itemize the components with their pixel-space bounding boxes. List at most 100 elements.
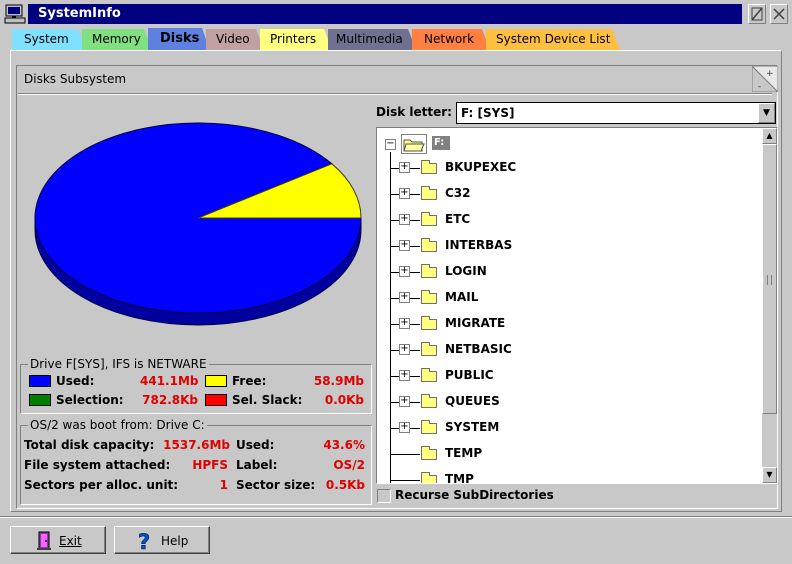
bottom-divider (0, 516, 792, 518)
expand-icon[interactable]: + (399, 370, 410, 381)
boot-group-title: OS/2 was boot from: Drive C: (28, 418, 207, 432)
folder-icon (421, 342, 437, 356)
svg-text:+: + (766, 69, 774, 79)
system-info-icon[interactable] (4, 4, 26, 24)
expand-icon[interactable]: + (399, 396, 410, 407)
tab-system[interactable]: System (12, 29, 86, 50)
free-swatch (205, 375, 227, 387)
tree-item-label[interactable]: SYSTEM (445, 420, 499, 434)
minimize-icon[interactable] (748, 4, 766, 24)
help-label: Help (161, 534, 189, 548)
used-label: Used: (56, 374, 95, 388)
exit-door-icon (37, 531, 53, 554)
folder-icon (421, 264, 437, 278)
expand-icon[interactable]: + (399, 292, 410, 303)
tree-item-label[interactable]: LOGIN (445, 264, 487, 278)
expand-icon[interactable]: + (399, 422, 410, 433)
folder-icon (421, 316, 437, 330)
fs-label: File system attached: (24, 458, 171, 472)
disk-used-label: Used: (236, 438, 275, 452)
tree-item-label[interactable]: C32 (445, 186, 471, 200)
sectors-label: Sectors per alloc. unit: (24, 478, 179, 492)
folder-icon (421, 212, 437, 226)
slack-label: Sel. Slack: (232, 393, 303, 407)
exit-button[interactable]: Exit (10, 526, 106, 554)
recurse-checkbox[interactable] (377, 489, 391, 503)
selection-value: 782.8Kb (142, 393, 198, 407)
tree-item-label[interactable]: MAIL (445, 290, 478, 304)
folder-icon (421, 290, 437, 304)
tree-item-label[interactable]: TEMP (445, 446, 482, 460)
folder-icon (421, 368, 437, 382)
help-icon: ? (137, 530, 157, 555)
fs-value: HPFS (192, 458, 228, 472)
scroll-up-icon[interactable]: ▲ (762, 128, 777, 144)
folder-icon (421, 420, 437, 434)
svg-text:-: - (758, 82, 761, 92)
disk-letter-label: Disk letter: (376, 105, 452, 119)
folder-icon (421, 446, 437, 460)
tree-scrollbar[interactable]: ▲ ▼ (762, 128, 777, 483)
free-value: 58.9Mb (313, 374, 364, 388)
volume-value: OS/2 (333, 458, 365, 472)
expand-icon[interactable]: + (399, 188, 410, 199)
disk-letter-select[interactable]: F: [SYS] (456, 102, 776, 124)
tree-item-label[interactable]: PUBLIC (445, 368, 494, 382)
disk-used-value: 43.6% (323, 438, 365, 452)
tree-item-label[interactable]: TMP (445, 472, 474, 483)
svg-text:?: ? (138, 530, 150, 552)
selection-label: Selection: (56, 393, 124, 407)
tab-video[interactable]: Video (206, 29, 264, 50)
tree-root-label[interactable]: F: (432, 136, 450, 150)
scroll-down-icon[interactable]: ▼ (762, 467, 777, 483)
used-swatch (29, 375, 51, 387)
tree-item-label[interactable]: BKUPEXEC (445, 160, 516, 174)
sectors-value: 1 (219, 478, 228, 492)
divider (18, 93, 772, 95)
selection-swatch (29, 394, 51, 406)
expand-icon[interactable]: + (399, 344, 410, 355)
recurse-label[interactable]: Recurse SubDirectories (395, 488, 554, 502)
expand-icon[interactable]: + (399, 214, 410, 225)
tab-disks[interactable]: Disks (148, 28, 210, 51)
tree-item-label[interactable]: ETC (445, 212, 470, 226)
tab-memory[interactable]: Memory (82, 29, 152, 50)
tree-item-label[interactable]: MIGRATE (445, 316, 505, 330)
window-title: SystemInfo (28, 4, 742, 24)
scroll-thumb[interactable] (762, 144, 777, 414)
folder-icon (421, 186, 437, 200)
expand-icon[interactable]: + (399, 266, 410, 277)
page-corner-icon[interactable]: + - (750, 64, 780, 94)
tab-multimedia[interactable]: Multimedia (328, 29, 416, 50)
used-value: 441.1Mb (140, 374, 199, 388)
disk-usage-pie-chart (34, 122, 362, 326)
expand-icon[interactable]: + (399, 240, 410, 251)
slack-value: 0.0Kb (324, 393, 364, 407)
sector-size-value: 0.5Kb (325, 478, 365, 492)
panel-title: Disks Subsystem (24, 72, 127, 86)
drive-group-title: Drive F[SYS], IFS is NETWARE (28, 357, 209, 371)
capacity-value: 1537.6Mb (163, 438, 230, 452)
tab-network[interactable]: Network (412, 29, 490, 50)
collapse-icon[interactable]: − (385, 139, 396, 150)
tree-item-label[interactable]: QUEUES (445, 394, 500, 408)
expand-icon[interactable]: + (399, 162, 410, 173)
tab-printers[interactable]: Printers (260, 29, 332, 50)
folder-icon (421, 394, 437, 408)
open-folder-icon (401, 134, 427, 154)
volume-label: Label: (236, 458, 278, 472)
free-label: Free: (232, 374, 267, 388)
folder-icon (421, 160, 437, 174)
directory-tree[interactable]: − F: + BKUPEXEC + C32 + ETC + INTERBAS + LOGIN + MA… (376, 127, 778, 484)
tree-item-label[interactable]: INTERBAS (445, 238, 512, 252)
tab-system-device-list[interactable]: System Device List (486, 29, 620, 50)
folder-icon (421, 238, 437, 252)
expand-icon[interactable]: + (399, 318, 410, 329)
close-icon[interactable] (770, 4, 788, 24)
chevron-down-icon[interactable]: ▼ (758, 103, 775, 123)
slack-swatch (205, 394, 227, 406)
capacity-label: Total disk capacity: (24, 438, 155, 452)
help-button[interactable]: ? Help (114, 526, 210, 554)
tree-item-label[interactable]: NETBASIC (445, 342, 512, 356)
exit-label: Exit (59, 534, 82, 548)
